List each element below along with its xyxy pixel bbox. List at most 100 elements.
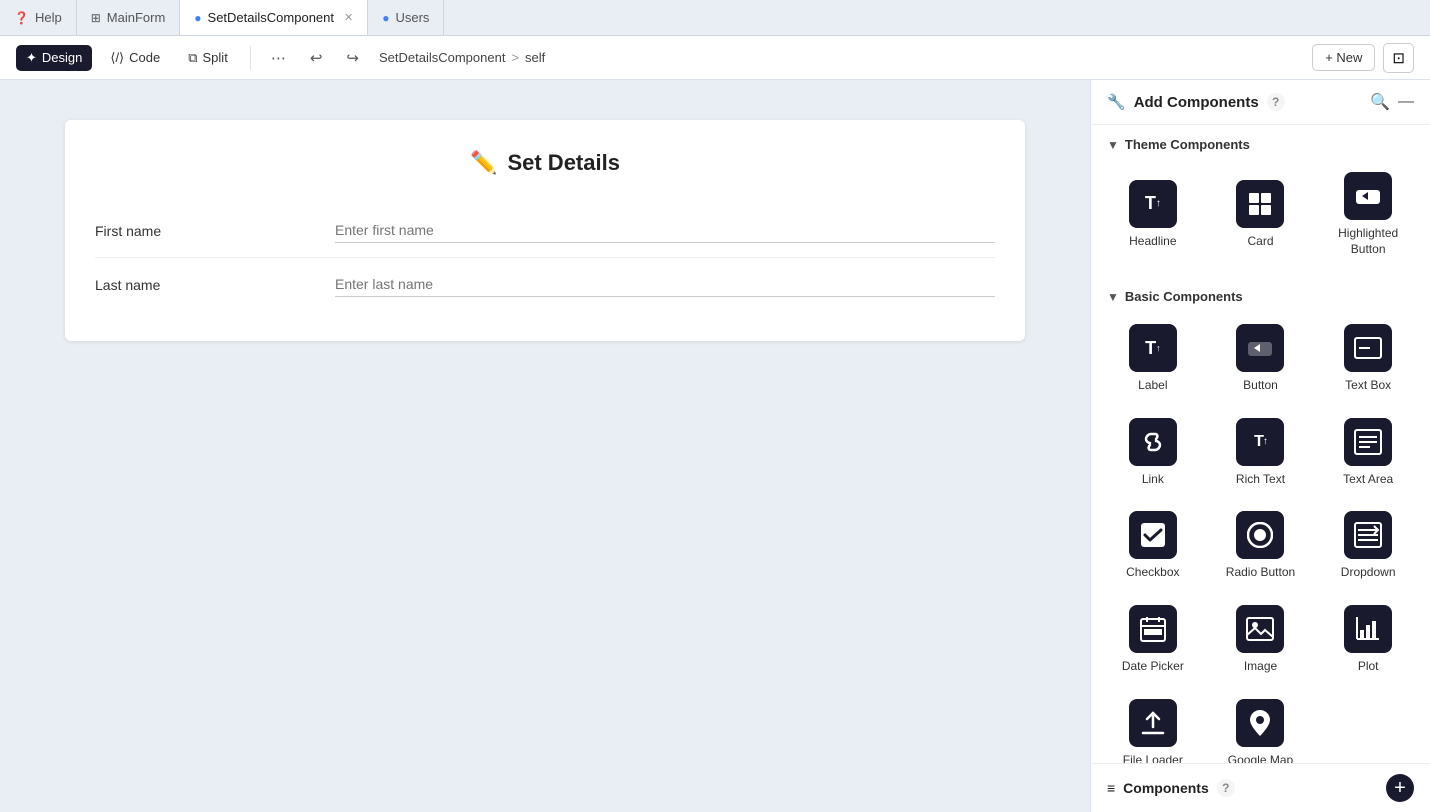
component-textarea[interactable]: Text Area: [1314, 406, 1422, 500]
plot-label: Plot: [1358, 659, 1379, 675]
textarea-icon: [1344, 418, 1392, 466]
component-textbox[interactable]: Text Box: [1314, 312, 1422, 406]
radiobutton-label: Radio Button: [1226, 565, 1295, 581]
firstname-input[interactable]: [335, 218, 995, 243]
component-image[interactable]: Image: [1207, 593, 1315, 687]
tab-help-label: Help: [35, 10, 62, 25]
tab-setdetails[interactable]: ● SetDetailsComponent ✕: [180, 0, 368, 35]
code-label: Code: [129, 50, 160, 65]
panel-info-icon[interactable]: ?: [1267, 93, 1285, 111]
basic-component-grid: T↑ Label Button Text Box: [1091, 312, 1430, 763]
component-link[interactable]: Link: [1099, 406, 1207, 500]
right-panel: 🔧 Add Components ? 🔍 — ▼ Theme Component…: [1090, 80, 1430, 812]
new-label: + New: [1325, 50, 1362, 65]
new-button[interactable]: + New: [1312, 44, 1375, 71]
highlighted-button-label: Highlighted Button: [1322, 226, 1414, 257]
add-component-button[interactable]: +: [1386, 774, 1414, 802]
component-datepicker[interactable]: Date Picker: [1099, 593, 1207, 687]
lastname-input[interactable]: [335, 272, 995, 297]
component-highlighted-button[interactable]: Highlighted Button: [1314, 160, 1422, 269]
panel-header-actions: 🔍 —: [1370, 92, 1414, 112]
components-label: Components: [1123, 780, 1209, 796]
tab-setdetails-close[interactable]: ✕: [344, 11, 353, 24]
label-icon: T↑: [1129, 324, 1177, 372]
richtext-label: Rich Text: [1236, 472, 1285, 488]
card-label: Card: [1247, 234, 1273, 250]
button-label: Button: [1243, 378, 1278, 394]
tab-setdetails-label: SetDetailsComponent: [208, 10, 334, 25]
component-headline[interactable]: T↑ Headline: [1099, 160, 1207, 269]
basic-section-title: Basic Components: [1125, 289, 1243, 304]
design-button[interactable]: ✦ Design: [16, 45, 92, 71]
radiobutton-icon: [1236, 511, 1284, 559]
undo-button[interactable]: ↩: [302, 44, 331, 72]
basic-chevron-icon: ▼: [1107, 290, 1119, 304]
form-row-firstname: First name: [95, 204, 995, 258]
component-checkbox[interactable]: Checkbox: [1099, 499, 1207, 593]
checkbox-label: Checkbox: [1126, 565, 1179, 581]
collapse-button[interactable]: —: [1398, 93, 1414, 111]
tab-users[interactable]: ● Users: [368, 0, 444, 35]
component-radiobutton[interactable]: Radio Button: [1207, 499, 1315, 593]
redo-button[interactable]: ↪: [338, 44, 367, 72]
code-icon: ⟨/⟩: [110, 50, 124, 66]
component-card[interactable]: Card: [1207, 160, 1315, 269]
main-area: ✏️ Set Details First name Last name 🔧 Ad…: [0, 80, 1430, 812]
fileloader-icon: [1129, 699, 1177, 747]
tab-mainform[interactable]: ⊞ MainForm: [77, 0, 181, 35]
layout-button[interactable]: ⊡: [1383, 43, 1414, 73]
tab-mainform-label: MainForm: [107, 10, 166, 25]
canvas: ✏️ Set Details First name Last name: [0, 80, 1090, 812]
firstname-label: First name: [95, 223, 335, 239]
panel-bottom: ≡ Components ? +: [1091, 763, 1430, 812]
headline-label: Headline: [1129, 234, 1176, 250]
datepicker-label: Date Picker: [1122, 659, 1184, 675]
more-options-button[interactable]: ⋯: [263, 44, 294, 72]
mainform-tab-icon: ⊞: [91, 11, 101, 25]
component-plot[interactable]: Plot: [1314, 593, 1422, 687]
component-button[interactable]: Button: [1207, 312, 1315, 406]
components-info-icon[interactable]: ?: [1217, 779, 1235, 797]
googlemap-icon: [1236, 699, 1284, 747]
card-icon: [1236, 180, 1284, 228]
dropdown-icon: [1344, 511, 1392, 559]
components-icon: ≡: [1107, 780, 1115, 796]
tab-bar: ❓ Help ⊞ MainForm ● SetDetailsComponent …: [0, 0, 1430, 36]
theme-section-header[interactable]: ▼ Theme Components: [1091, 125, 1430, 160]
component-dropdown[interactable]: Dropdown: [1314, 499, 1422, 593]
component-label[interactable]: T↑ Label: [1099, 312, 1207, 406]
breadcrumb: SetDetailsComponent > self: [379, 50, 545, 65]
basic-section-header[interactable]: ▼ Basic Components: [1091, 277, 1430, 312]
theme-section-title: Theme Components: [1125, 137, 1250, 152]
component-googlemap[interactable]: Google Map: [1207, 687, 1315, 763]
breadcrumb-component: SetDetailsComponent: [379, 50, 505, 65]
search-button[interactable]: 🔍: [1370, 92, 1390, 112]
page-title-text: Set Details: [507, 150, 620, 176]
tab-help[interactable]: ❓ Help: [0, 0, 77, 35]
googlemap-label: Google Map: [1228, 753, 1293, 763]
page-title: ✏️ Set Details: [95, 150, 995, 176]
users-tab-icon: ●: [382, 11, 389, 25]
dropdown-label: Dropdown: [1341, 565, 1396, 581]
checkbox-icon: [1129, 511, 1177, 559]
textbox-icon: [1344, 324, 1392, 372]
panel-title-text: Add Components: [1134, 94, 1259, 111]
toolbar-right: + New ⊡: [1312, 43, 1414, 73]
panel-header: 🔧 Add Components ? 🔍 —: [1091, 80, 1430, 125]
code-button[interactable]: ⟨/⟩ Code: [100, 45, 170, 71]
image-label: Image: [1244, 659, 1277, 675]
wrench-icon: 🔧: [1107, 93, 1126, 111]
component-fileloader[interactable]: File Loader: [1099, 687, 1207, 763]
split-icon: ⧉: [188, 50, 197, 66]
theme-chevron-icon: ▼: [1107, 138, 1119, 152]
richtext-icon: T↑: [1236, 418, 1284, 466]
help-tab-icon: ❓: [14, 11, 29, 25]
form-card: ✏️ Set Details First name Last name: [65, 120, 1025, 341]
theme-component-grid: T↑ Headline Card Highlighted Button: [1091, 160, 1430, 277]
split-button[interactable]: ⧉ Split: [178, 45, 238, 71]
component-richtext[interactable]: T↑ Rich Text: [1207, 406, 1315, 500]
lastname-label: Last name: [95, 277, 335, 293]
textbox-label: Text Box: [1345, 378, 1391, 394]
label-label: Label: [1138, 378, 1167, 394]
link-icon: [1129, 418, 1177, 466]
